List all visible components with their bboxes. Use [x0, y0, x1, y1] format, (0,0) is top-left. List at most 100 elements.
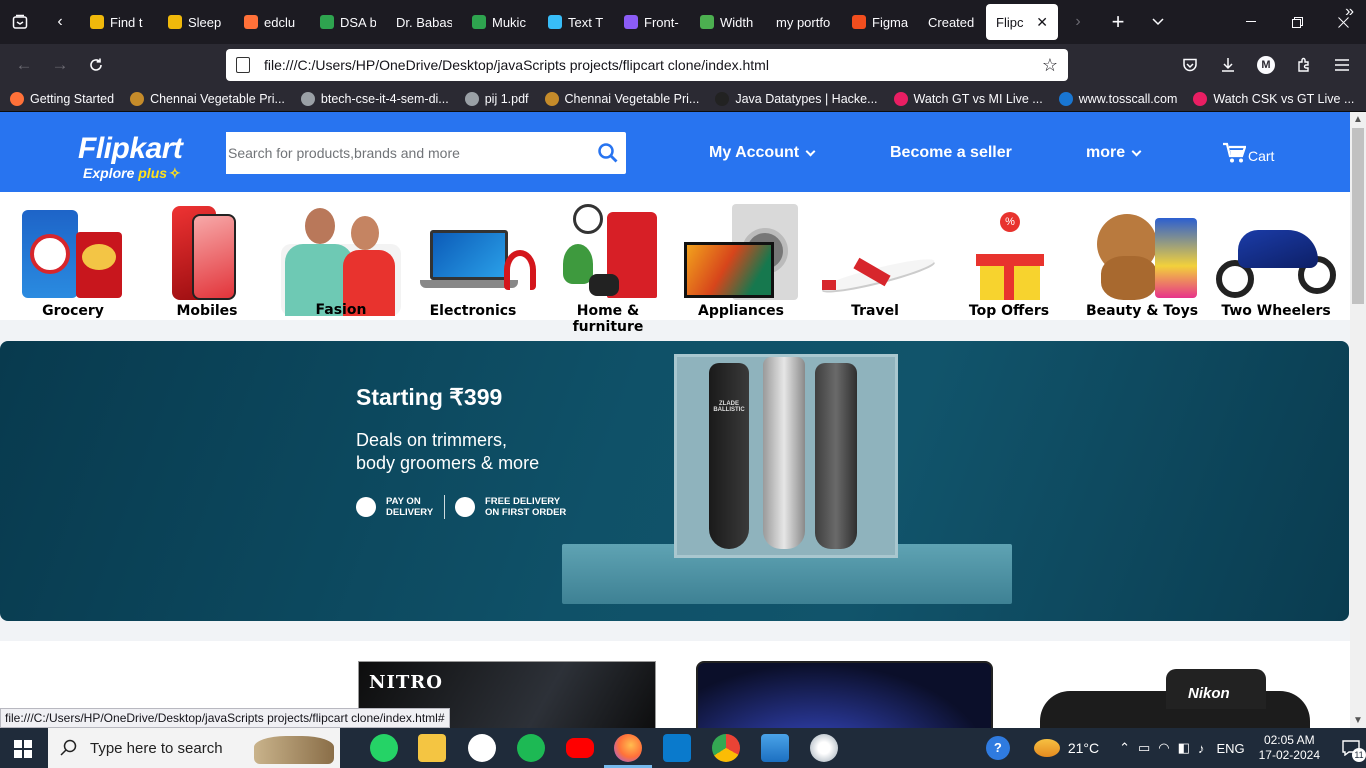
input-language[interactable]: ENG	[1216, 741, 1244, 756]
github-icon[interactable]	[468, 734, 496, 762]
page-viewport: Flipkart Explore plus✧ My Account Become…	[0, 112, 1350, 728]
banner-product-panel: ZLADE BALLISTIC	[674, 354, 898, 558]
bookmark-item[interactable]: btech-cse-it-4-sem-di...	[300, 91, 449, 106]
browser-tab[interactable]: Find t	[80, 4, 158, 40]
tab-favicon-icon	[548, 15, 562, 29]
network-icon[interactable]: ◧	[1178, 740, 1190, 756]
bookmark-item[interactable]: pij 1.pdf	[464, 91, 529, 106]
category-grocery[interactable]: Grocery	[6, 204, 140, 319]
search-icon[interactable]	[590, 143, 626, 163]
category-electronics[interactable]: Electronics	[406, 204, 540, 319]
category-top-offers[interactable]: % Top Offers	[942, 204, 1076, 319]
category-appliances[interactable]: Appliances	[674, 204, 808, 319]
browser-tab[interactable]: Flipcart ✕	[986, 4, 1058, 40]
forward-arrow-icon[interactable]: →	[42, 47, 78, 83]
reload-icon[interactable]	[78, 47, 114, 83]
close-window-icon[interactable]	[1320, 0, 1366, 44]
downloads-icon[interactable]	[1210, 47, 1246, 83]
list-all-tabs-chevron-icon[interactable]	[1138, 0, 1178, 44]
battery-icon[interactable]: ▭	[1138, 740, 1150, 756]
browser-tab[interactable]: my portfo	[766, 4, 842, 40]
account-avatar-icon[interactable]: M	[1248, 47, 1284, 83]
chrome-icon[interactable]	[712, 734, 740, 762]
tabs-scroll-left-icon[interactable]: ‹	[40, 0, 80, 44]
bookmark-star-icon[interactable]: ☆	[1042, 55, 1058, 76]
help-icon[interactable]: ?	[985, 736, 1010, 760]
more-dropdown[interactable]: more	[1086, 144, 1142, 162]
taskbar-search-box[interactable]: Type here to search	[48, 728, 340, 768]
banner-subtitle: Deals on trimmers, body groomers & more	[356, 430, 540, 473]
become-seller-link[interactable]: Become a seller	[890, 144, 1012, 162]
browser-tab[interactable]: Front-	[614, 4, 690, 40]
bookmark-label: Java Datatypes | Hacke...	[735, 91, 878, 106]
bookmark-item[interactable]: Watch GT vs MI Live ...	[893, 91, 1043, 106]
category-travel[interactable]: Travel	[808, 204, 942, 319]
scroll-down-icon[interactable]: ▼	[1350, 715, 1366, 726]
tab-label: edclu	[264, 14, 296, 30]
category-mobiles[interactable]: Mobiles	[140, 204, 274, 319]
firefox-icon[interactable]	[604, 734, 652, 768]
bookmark-label: Chennai Vegetable Pri...	[150, 91, 285, 106]
weather-temperature[interactable]: 21°C	[1068, 740, 1099, 756]
scroll-up-icon[interactable]: ▲	[1350, 114, 1366, 125]
category-beauty-toys[interactable]: Beauty & Toys	[1075, 204, 1209, 319]
monitor-product-card[interactable]	[696, 661, 993, 728]
category-fashion[interactable]: Fasion	[274, 204, 408, 318]
browser-tab[interactable]: Sleep	[158, 4, 234, 40]
browser-tab[interactable]: DSA b	[310, 4, 386, 40]
explore-plus-tagline[interactable]: Explore plus ✧	[83, 165, 181, 182]
new-tab-plus-icon[interactable]: +	[1098, 0, 1138, 44]
bookmark-favicon-icon	[464, 91, 479, 106]
scrollbar-thumb[interactable]	[1352, 128, 1364, 304]
paint-icon[interactable]	[810, 734, 838, 762]
extensions-puzzle-icon[interactable]	[1286, 47, 1322, 83]
vscode-icon[interactable]	[663, 734, 691, 762]
my-account-dropdown[interactable]: My Account	[709, 144, 816, 162]
wifi-icon[interactable]: ◠	[1158, 740, 1169, 756]
youtube-icon[interactable]	[566, 738, 594, 758]
windows-start-icon[interactable]	[14, 740, 32, 763]
camera-product-card[interactable]: Nikon	[1040, 661, 1310, 728]
bookmark-item[interactable]: Chennai Vegetable Pri...	[544, 91, 700, 106]
photos-icon[interactable]	[761, 734, 789, 762]
browser-tab[interactable]: Created by	[918, 4, 986, 40]
file-explorer-icon[interactable]	[418, 734, 446, 762]
notifications-icon[interactable]: 11	[1336, 728, 1366, 768]
spotify-icon[interactable]	[517, 734, 545, 762]
promo-banner[interactable]: Starting ₹399 Deals on trimmers, body gr…	[0, 341, 1349, 621]
whatsapp-icon[interactable]	[370, 734, 398, 762]
category-home-furniture[interactable]: Home & furniture	[541, 204, 675, 335]
back-arrow-icon[interactable]: ←	[6, 47, 42, 83]
search-input[interactable]	[226, 132, 590, 174]
bookmark-item[interactable]: www.tosscall.com	[1058, 91, 1177, 106]
flipkart-logo[interactable]: Flipkart	[78, 132, 183, 166]
hamburger-menu-icon[interactable]	[1324, 47, 1360, 83]
tabs-scroll-right-icon[interactable]: ›	[1058, 0, 1098, 44]
weather-icon[interactable]	[1033, 739, 1060, 757]
volume-icon[interactable]: ♪	[1198, 741, 1205, 756]
browser-tab[interactable]: Figma	[842, 4, 918, 40]
category-two-wheelers[interactable]: Two Wheelers	[1209, 204, 1343, 319]
browser-tab[interactable]: Width	[690, 4, 766, 40]
pocket-icon[interactable]	[1172, 47, 1208, 83]
bookmarks-overflow-chevron-icon[interactable]: »	[1345, 3, 1354, 21]
clock[interactable]: 02:05 AM 17-02-2024	[1259, 733, 1320, 763]
url-bar[interactable]: file:///C:/Users/HP/OneDrive/Desktop/jav…	[226, 49, 1068, 81]
tray-chevron-up-icon[interactable]: ⌃	[1119, 740, 1130, 756]
bookmark-item[interactable]: Chennai Vegetable Pri...	[130, 91, 285, 106]
bookmark-item[interactable]: Getting Started	[10, 91, 114, 106]
browser-tab[interactable]: Dr. Babasa	[386, 4, 462, 40]
top-offers-image: %	[954, 204, 1064, 300]
browser-tab[interactable]: Mukic	[462, 4, 538, 40]
bookmark-item[interactable]: Java Datatypes | Hacke...	[715, 91, 878, 106]
page-scrollbar[interactable]: ▲ ▼	[1350, 112, 1366, 728]
close-tab-icon[interactable]: ✕	[1036, 14, 1048, 31]
restore-icon[interactable]	[1274, 0, 1320, 44]
bookmark-item[interactable]: Watch CSK vs GT Live ...	[1193, 91, 1354, 106]
browser-tab[interactable]: edclu	[234, 4, 310, 40]
minimize-icon[interactable]	[1228, 0, 1274, 44]
cart-link[interactable]: Cart	[1222, 142, 1274, 164]
bookmark-label: Chennai Vegetable Pri...	[564, 91, 700, 106]
browser-tab[interactable]: Text T	[538, 4, 614, 40]
tab-overview-icon[interactable]	[0, 0, 40, 44]
